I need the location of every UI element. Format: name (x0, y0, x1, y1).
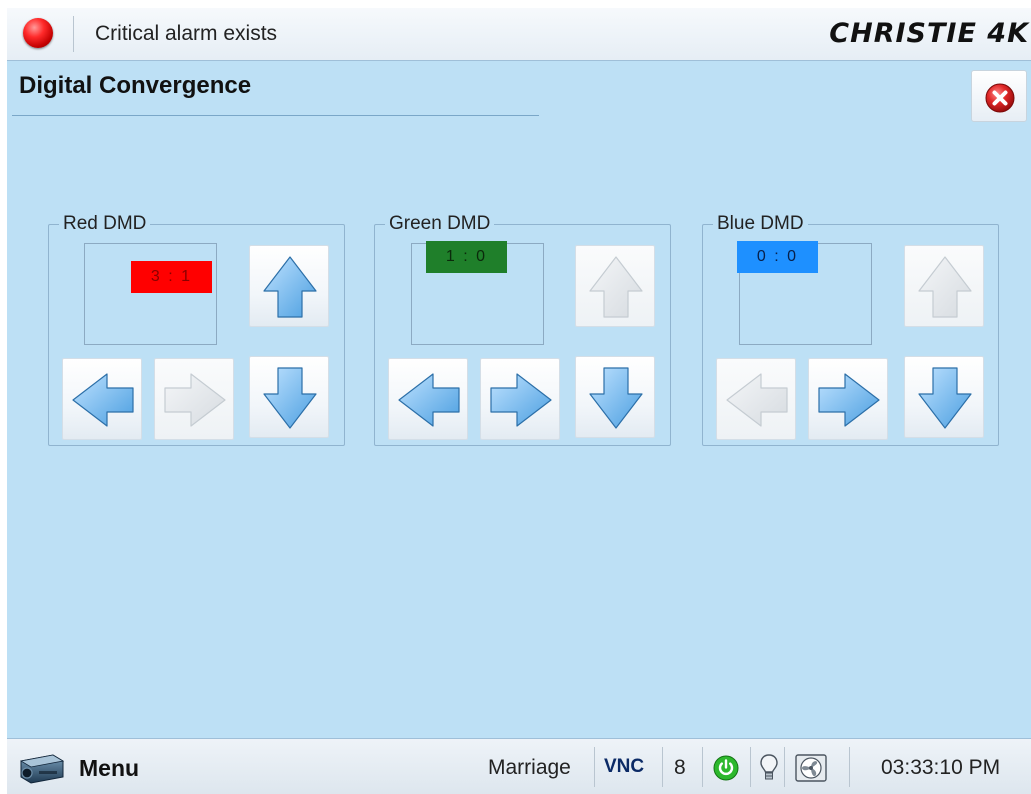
user-name: Marriage (488, 756, 571, 779)
alarm-status-text[interactable]: Critical alarm exists (95, 22, 277, 46)
status-bar: Menu Marriage VNC 8 03:33:10 PM (7, 738, 1031, 794)
move-down-button[interactable] (904, 356, 984, 438)
separator (73, 16, 74, 52)
move-right-button[interactable] (808, 358, 888, 440)
move-up-button[interactable] (904, 245, 984, 327)
menu-label: Menu (79, 755, 140, 781)
arrow-up-icon (918, 256, 972, 318)
position-indicator: 0 : 0 (737, 241, 872, 345)
power-icon[interactable] (713, 755, 739, 786)
arrow-left-icon (726, 373, 788, 427)
move-left-button[interactable] (62, 358, 142, 440)
brand-logo: CHRISTIE 4K (829, 18, 1029, 49)
arrow-up-icon (263, 256, 317, 318)
arrow-right-icon (818, 373, 880, 427)
top-bar: Critical alarm exists CHRISTIE 4K (7, 8, 1031, 61)
position-indicator: 3 : 1 (84, 243, 217, 345)
move-up-button[interactable] (575, 245, 655, 327)
red-led-icon[interactable] (23, 18, 53, 48)
blue-dmd-group: Blue DMD 0 : 0 (702, 214, 999, 446)
separator (750, 747, 751, 787)
group-title: Green DMD (385, 214, 495, 234)
lamp-icon[interactable] (759, 753, 779, 788)
separator (662, 747, 663, 787)
arrow-down-icon (263, 367, 317, 429)
move-down-button[interactable] (575, 356, 655, 438)
screen: Critical alarm exists CHRISTIE 4K Digita… (7, 8, 1031, 794)
page-title: Digital Convergence (19, 72, 252, 99)
position-value: 0 : 0 (737, 241, 818, 273)
menu-button[interactable]: Menu (17, 749, 167, 785)
red-dmd-group: Red DMD 3 : 1 (48, 214, 345, 446)
arrow-right-icon (490, 373, 552, 427)
clock: 03:33:10 PM (881, 756, 1001, 779)
separator (594, 747, 595, 787)
fan-icon[interactable] (793, 752, 829, 789)
position-indicator: 1 : 0 (411, 241, 544, 345)
move-down-button[interactable] (249, 356, 329, 438)
arrow-left-icon (398, 373, 460, 427)
group-title: Blue DMD (713, 214, 808, 234)
close-button[interactable] (971, 70, 1027, 122)
move-left-button[interactable] (388, 358, 468, 440)
move-right-button[interactable] (480, 358, 560, 440)
group-title: Red DMD (59, 214, 151, 234)
arrow-left-icon (72, 373, 134, 427)
move-right-button[interactable] (154, 358, 234, 440)
title-divider (12, 115, 539, 116)
move-left-button[interactable] (716, 358, 796, 440)
position-value: 1 : 0 (426, 241, 507, 273)
separator (849, 747, 850, 787)
arrow-up-icon (589, 256, 643, 318)
separator (702, 747, 703, 787)
move-up-button[interactable] (249, 245, 329, 327)
arrow-down-icon (918, 367, 972, 429)
projector-icon (19, 754, 65, 784)
separator (784, 747, 785, 787)
vnc-indicator[interactable]: VNC (604, 756, 644, 778)
arrow-down-icon (589, 367, 643, 429)
position-value: 3 : 1 (131, 261, 212, 293)
close-x-icon (985, 83, 1015, 113)
count-indicator: 8 (674, 756, 686, 779)
arrow-right-icon (164, 373, 226, 427)
green-dmd-group: Green DMD 1 : 0 (374, 214, 671, 446)
